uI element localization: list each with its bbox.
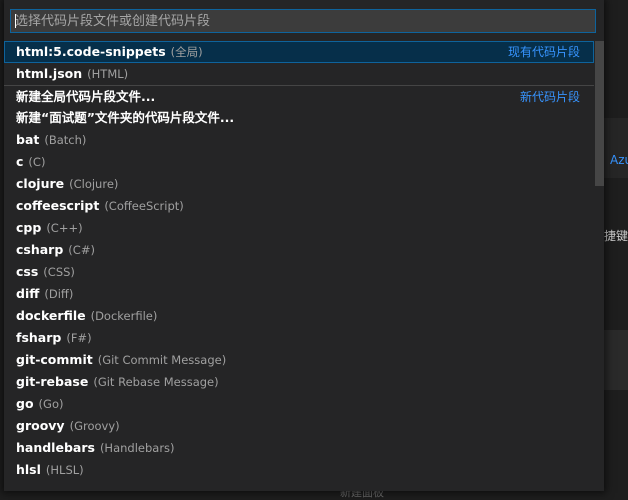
- background-panel: [600, 118, 628, 178]
- list-item-description: (Diff): [44, 287, 74, 301]
- list-item-description: (CoffeeScript): [104, 199, 184, 213]
- list-item[interactable]: dockerfile (Dockerfile): [4, 305, 594, 327]
- list-item[interactable]: git-rebase (Git Rebase Message): [4, 371, 594, 393]
- list-item-label: html.json: [16, 66, 83, 81]
- list-item[interactable]: cpp (C++): [4, 217, 594, 239]
- snippet-file-list: html:5.code-snippets (全局) 现有代码片段 html.json (…: [4, 41, 594, 481]
- list-item-description: (C++): [46, 221, 83, 235]
- background-shortcut-text: 捷键: [604, 229, 628, 243]
- text-cursor: [15, 14, 16, 28]
- list-item[interactable]: html:5.code-snippets (全局) 现有代码片段: [4, 41, 594, 63]
- list-item-label: diff: [16, 286, 40, 301]
- list-item-label: csharp: [16, 242, 64, 257]
- list-item-label: git-commit: [16, 352, 93, 367]
- list-item-label: groovy: [16, 418, 65, 433]
- list-item-label: dockerfile: [16, 308, 86, 323]
- list-item-label: c: [16, 154, 24, 169]
- list-item[interactable]: hlsl (HLSL): [4, 459, 594, 481]
- list-group-label: 现有代码片段: [507, 45, 580, 59]
- list-item[interactable]: handlebars (Handlebars): [4, 437, 594, 459]
- list-item-description: (C): [28, 155, 46, 169]
- list-item-description: (Git Rebase Message): [93, 375, 219, 389]
- background-panel-lower: [600, 330, 628, 390]
- list-item-description: (CSS): [43, 265, 75, 279]
- list-item-label: css: [16, 264, 39, 279]
- list-item-description: (HTML): [87, 67, 129, 81]
- list-item-label: html:5.code-snippets: [16, 44, 166, 59]
- list-item[interactable]: 新建“面试题”文件夹的代码片段文件...: [4, 107, 594, 129]
- list-item-label: bat: [16, 132, 40, 147]
- list-item-label: coffeescript: [16, 198, 100, 213]
- list-item-description: (全局): [170, 45, 203, 59]
- list-item-description: (F#): [66, 331, 92, 345]
- list-item-description: (Batch): [44, 133, 87, 147]
- list-item-label: git-rebase: [16, 374, 89, 389]
- list-item-description: (Git Commit Message): [97, 353, 227, 367]
- list-item[interactable]: csharp (C#): [4, 239, 594, 261]
- list-item[interactable]: fsharp (F#): [4, 327, 594, 349]
- list-item-description: (C#): [68, 243, 95, 257]
- list-item[interactable]: coffeescript (CoffeeScript): [4, 195, 594, 217]
- list-item-label: 新建全局代码片段文件...: [16, 89, 156, 104]
- list-item[interactable]: bat (Batch): [4, 129, 594, 151]
- list-group-label: 新代码片段: [519, 90, 580, 104]
- list-item-description: (Clojure): [69, 177, 119, 191]
- background-azure-link: Azu: [610, 153, 628, 167]
- list-item-description: (HLSL): [45, 463, 84, 477]
- list-item[interactable]: groovy (Groovy): [4, 415, 594, 437]
- list-item-label: go: [16, 396, 34, 411]
- list-item-description: (Handlebars): [99, 441, 175, 455]
- list-item-label: cpp: [16, 220, 42, 235]
- list-item[interactable]: go (Go): [4, 393, 594, 415]
- list-item[interactable]: git-commit (Git Commit Message): [4, 349, 594, 371]
- list-item-label: fsharp: [16, 330, 62, 345]
- list-scrollbar[interactable]: [595, 41, 604, 186]
- list-item[interactable]: 新建全局代码片段文件... 新代码片段: [4, 85, 594, 107]
- list-item-label: hlsl: [16, 462, 41, 477]
- list-item[interactable]: html.json (HTML): [4, 63, 594, 85]
- list-item[interactable]: diff (Diff): [4, 283, 594, 305]
- snippet-search-input[interactable]: [11, 10, 595, 32]
- list-item[interactable]: clojure (Clojure): [4, 173, 594, 195]
- list-item-description: (Groovy): [69, 419, 120, 433]
- snippet-quick-pick: html:5.code-snippets (全局) 现有代码片段 html.json (…: [4, 0, 604, 491]
- list-item[interactable]: css (CSS): [4, 261, 594, 283]
- list-item-label: clojure: [16, 176, 65, 191]
- list-item-description: (Go): [38, 397, 64, 411]
- list-item-label: handlebars: [16, 440, 95, 455]
- list-item[interactable]: c (C): [4, 151, 594, 173]
- list-item-label: 新建“面试题”文件夹的代码片段文件...: [16, 110, 235, 125]
- list-item-description: (Dockerfile): [90, 309, 158, 323]
- quick-pick-input-box[interactable]: [10, 9, 596, 33]
